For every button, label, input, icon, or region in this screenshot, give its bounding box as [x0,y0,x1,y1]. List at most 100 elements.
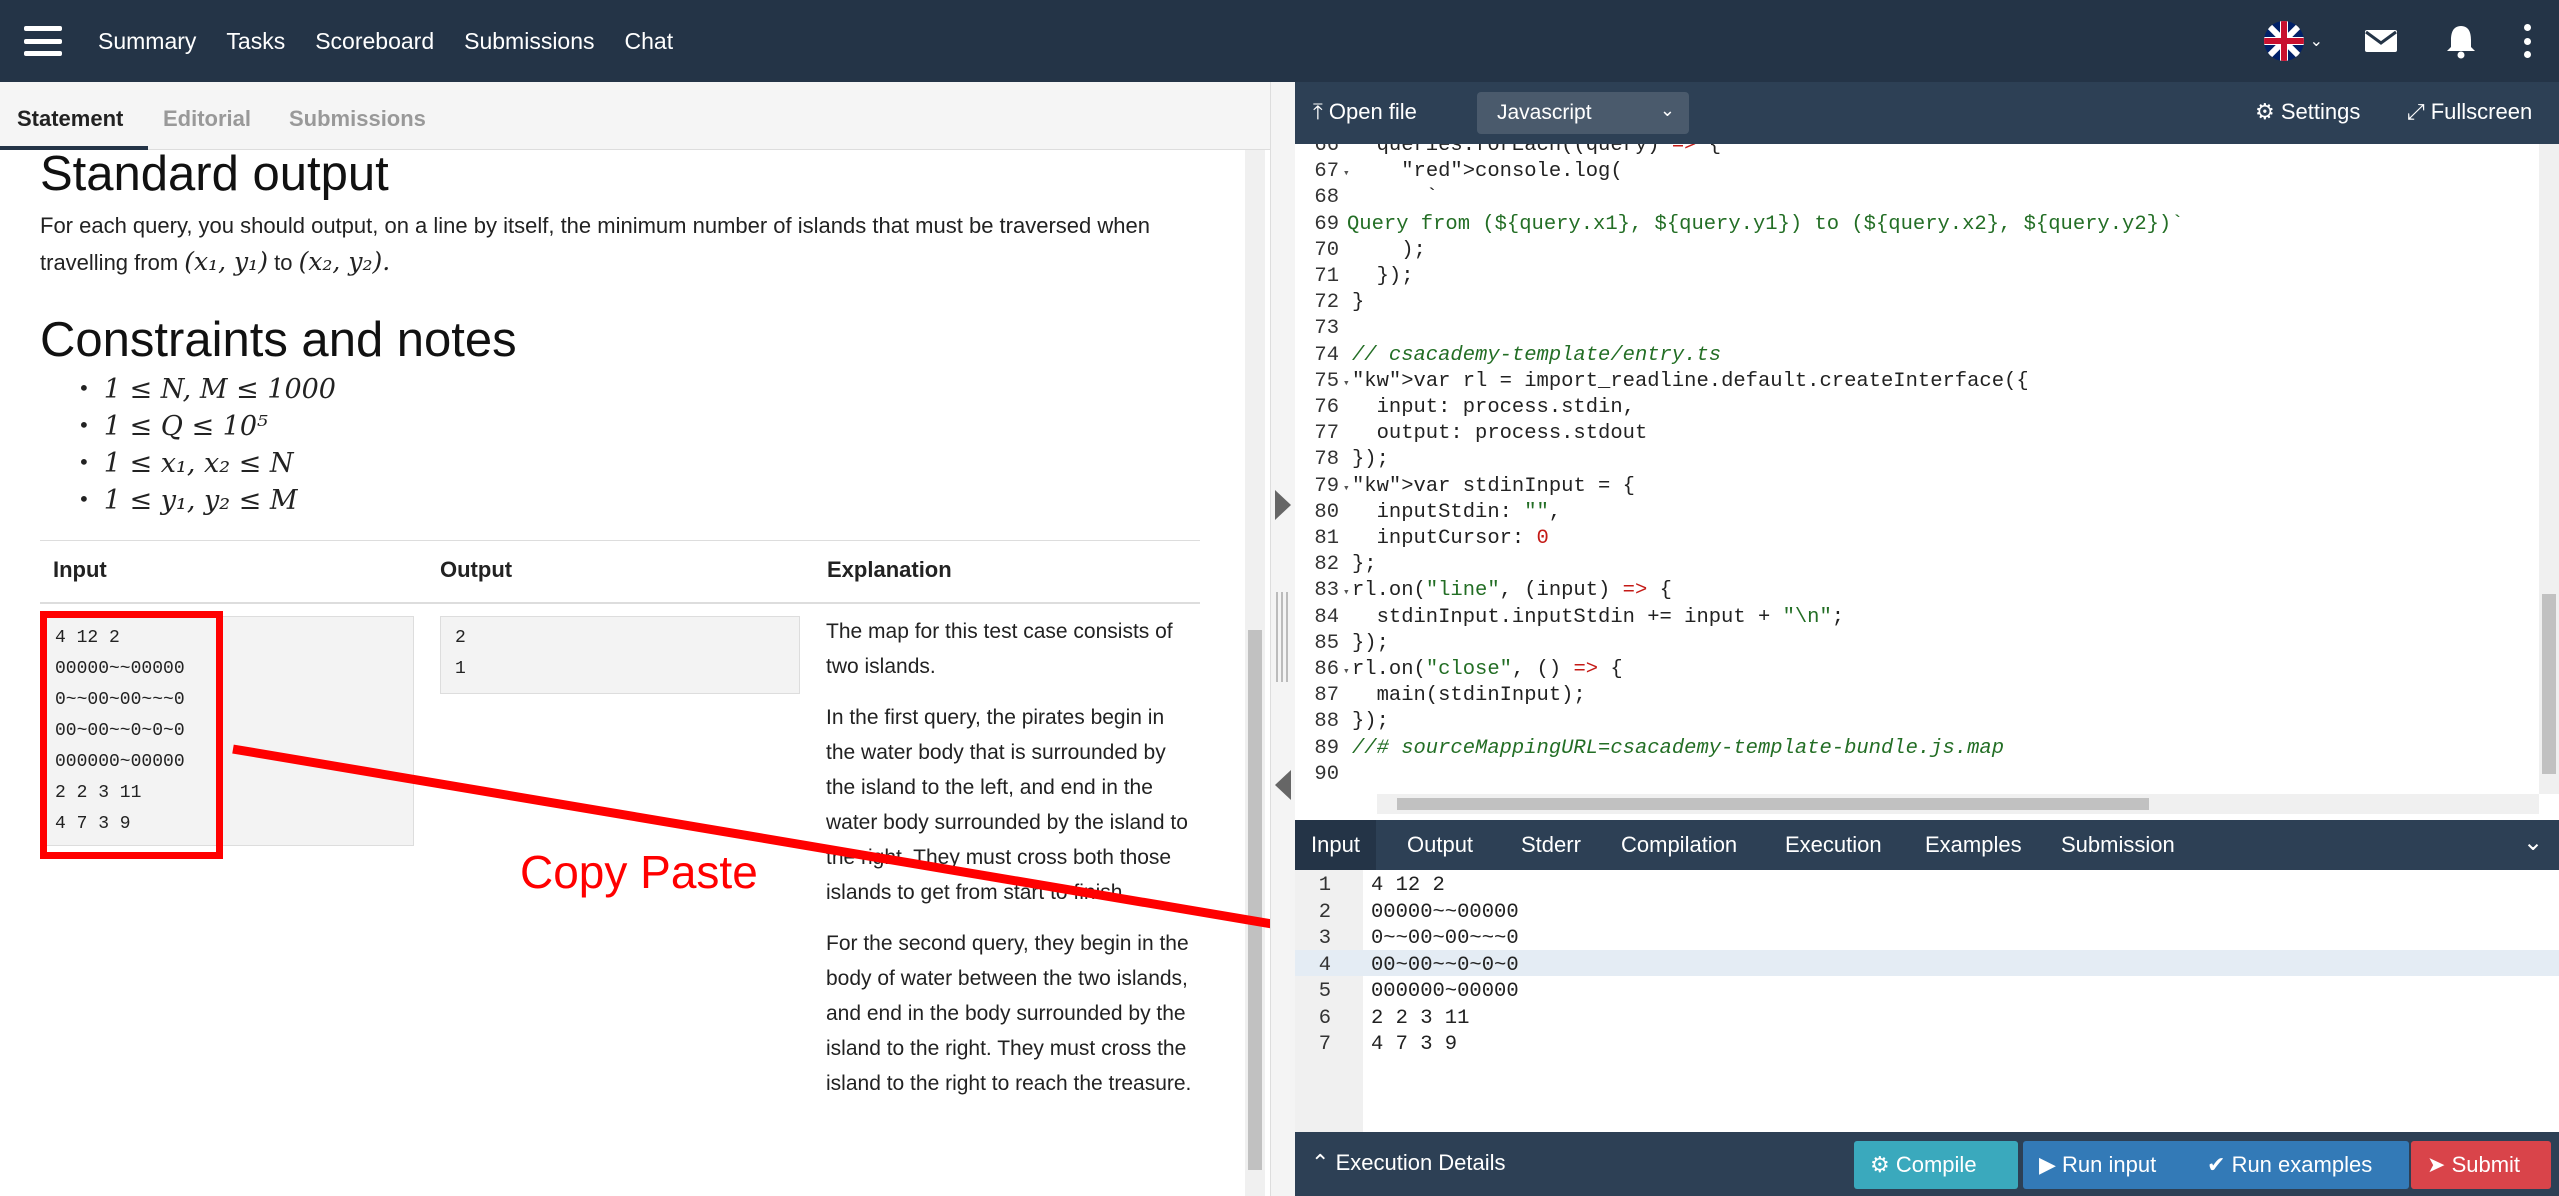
settings-button[interactable]: ⚙ Settings [2255,99,2360,125]
line-number: 82 [1314,553,1339,577]
input-line: 0~~00~00~~~0 [1371,927,1519,950]
upload-icon: ⤒ [1313,99,1323,124]
language-select[interactable]: Javascript ⌄ [1477,92,1689,134]
line-number: 74 [1314,343,1339,367]
code-editor[interactable]: 66 queries.forEach((query) => {67 ▾ "red"… [1295,144,2559,894]
code-line: rl.on("close", () => { [1352,658,1623,681]
panel-splitter[interactable] [1270,82,1295,1196]
line-number: 70 [1314,238,1339,262]
expand-left-arrow-icon[interactable] [1275,770,1291,800]
editor-panel: ⤒ Open file Javascript ⌄ ⚙ Settings ⤢ Fu… [1295,82,2559,1196]
code-line: Query from (${query.x1}, ${query.y1}) to… [1347,212,2184,236]
fold-arrow-icon[interactable]: ▾ [1343,664,1350,678]
tab-input[interactable]: Input [1295,820,1376,870]
expand-icon: ⤢ [2407,99,2425,124]
code-line: //# sourceMappingURL=csacademy-template-… [1352,736,2005,760]
code-vertical-scroll-thumb[interactable] [2542,594,2556,774]
open-file-label: Open file [1328,99,1417,124]
code-vertical-scrollbar[interactable] [2539,144,2559,794]
editor-toolbar: ⤒ Open file Javascript ⌄ ⚙ Settings ⤢ Fu… [1295,82,2559,144]
submit-button[interactable]: ➤ Submit [2411,1141,2551,1189]
submit-label: Submit [2451,1152,2521,1177]
code-line: inputCursor: 0 [1352,527,1549,550]
code-line: "kw">var rl = import_readline.default.cr… [1352,369,2029,393]
input-line-number: 2 [1318,900,1331,924]
line-number: 86 [1314,658,1339,681]
code-line: }); [1352,448,1389,472]
chevron-up-icon: ⌃ [1311,1150,1330,1175]
execution-details-label: Execution Details [1335,1150,1506,1175]
input-line: 2 2 3 11 [1371,1006,1470,1030]
code-line: output: process.stdout [1352,422,1648,446]
expand-right-arrow-icon[interactable] [1275,490,1291,520]
line-number: 80 [1314,500,1339,524]
code-horizontal-scroll-thumb[interactable] [1397,798,2149,810]
input-line: 00000~~00000 [1371,900,1519,924]
code-line: inputStdin: "", [1352,500,1562,524]
tab-stderr[interactable]: Stderr [1521,832,1581,858]
execution-details-toggle[interactable]: ⌃ Execution Details [1311,1150,1506,1176]
line-number: 78 [1314,448,1339,472]
code-line: "kw">var stdinInput = { [1352,474,1635,498]
play-icon: ▶ [2039,1152,2056,1177]
code-horizontal-scrollbar[interactable] [1377,794,2539,814]
tab-submission[interactable]: Submission [2061,832,2175,858]
run-examples-label: Run examples [2231,1152,2373,1177]
code-line: rl.on("line", (input) => { [1352,579,1672,603]
code-line: ); [1352,238,1426,262]
code-line: "red">console.log( [1401,160,1623,184]
fold-arrow-icon[interactable]: ▾ [1343,481,1350,495]
input-line-number: 6 [1318,1006,1331,1030]
code-line: queries.forEach((query) => { [1352,144,1722,157]
line-number: 87 [1314,684,1339,708]
gear-icon: ⚙ [2255,99,2275,124]
run-examples-button[interactable]: ✔ Run examples [2191,1141,2409,1189]
fullscreen-label: Fullscreen [2430,99,2533,124]
language-select-value: Javascript [1497,101,1592,124]
code-line: main(stdinInput); [1352,684,1586,708]
input-line: 00~00~~0~0~0 [1371,953,1519,977]
fold-arrow-icon[interactable]: ▾ [1343,585,1350,599]
code-line: }); [1352,265,1414,288]
line-number: 71 [1314,265,1339,288]
open-file-button[interactable]: ⤒ Open file [1313,99,1417,125]
copy-paste-annotation: Copy Paste [520,846,758,898]
line-number: 68 [1314,186,1339,210]
line-number: 79 [1314,474,1339,498]
line-number: 75 [1314,369,1339,393]
tab-examples[interactable]: Examples [1925,832,2022,858]
code-line: } [1352,291,1365,315]
gears-icon: ⚙ [1870,1152,1890,1177]
run-input-button[interactable]: ▶ Run input [2023,1141,2199,1189]
fold-arrow-icon[interactable]: ▾ [1343,166,1350,180]
line-number: 73 [1314,317,1339,341]
chevron-down-icon: ⌄ [1659,100,1675,120]
tab-output[interactable]: Output [1407,832,1473,858]
tab-execution[interactable]: Execution [1785,832,1882,858]
code-line: input: process.stdin, [1352,396,1635,419]
input-line-number: 3 [1318,927,1331,950]
code-line: }; [1352,553,1377,577]
fold-arrow-icon[interactable]: ▾ [1343,376,1350,390]
line-number: 85 [1314,631,1339,655]
check-icon: ✔ [2207,1152,2226,1177]
fullscreen-button[interactable]: ⤢ Fullscreen [2407,99,2532,125]
code-line: }); [1352,631,1389,655]
input-line-number: 7 [1318,1033,1331,1056]
line-number: 67 [1314,160,1339,184]
tab-compilation[interactable]: Compilation [1621,832,1737,858]
paper-plane-icon: ➤ [2427,1152,2446,1177]
input-line-number: 5 [1318,980,1331,1003]
settings-label: Settings [2280,99,2361,124]
collapse-chevron-down-icon[interactable]: ⌄ [2523,828,2543,857]
code-line: ` [1352,186,1439,210]
code-line: }); [1352,710,1389,734]
line-number: 88 [1314,710,1339,734]
compile-button[interactable]: ⚙ Compile [1854,1141,2018,1189]
line-number: 69 [1314,212,1339,236]
line-number: 89 [1314,736,1339,760]
compile-label: Compile [1895,1152,1977,1177]
input-editor[interactable]: 1 4 12 2 2 00000~~00000 3 0~~00~00~~~0 4 00~00~… [1295,870,2559,1132]
line-number: 83 [1314,579,1339,603]
line-number: 72 [1314,291,1339,315]
